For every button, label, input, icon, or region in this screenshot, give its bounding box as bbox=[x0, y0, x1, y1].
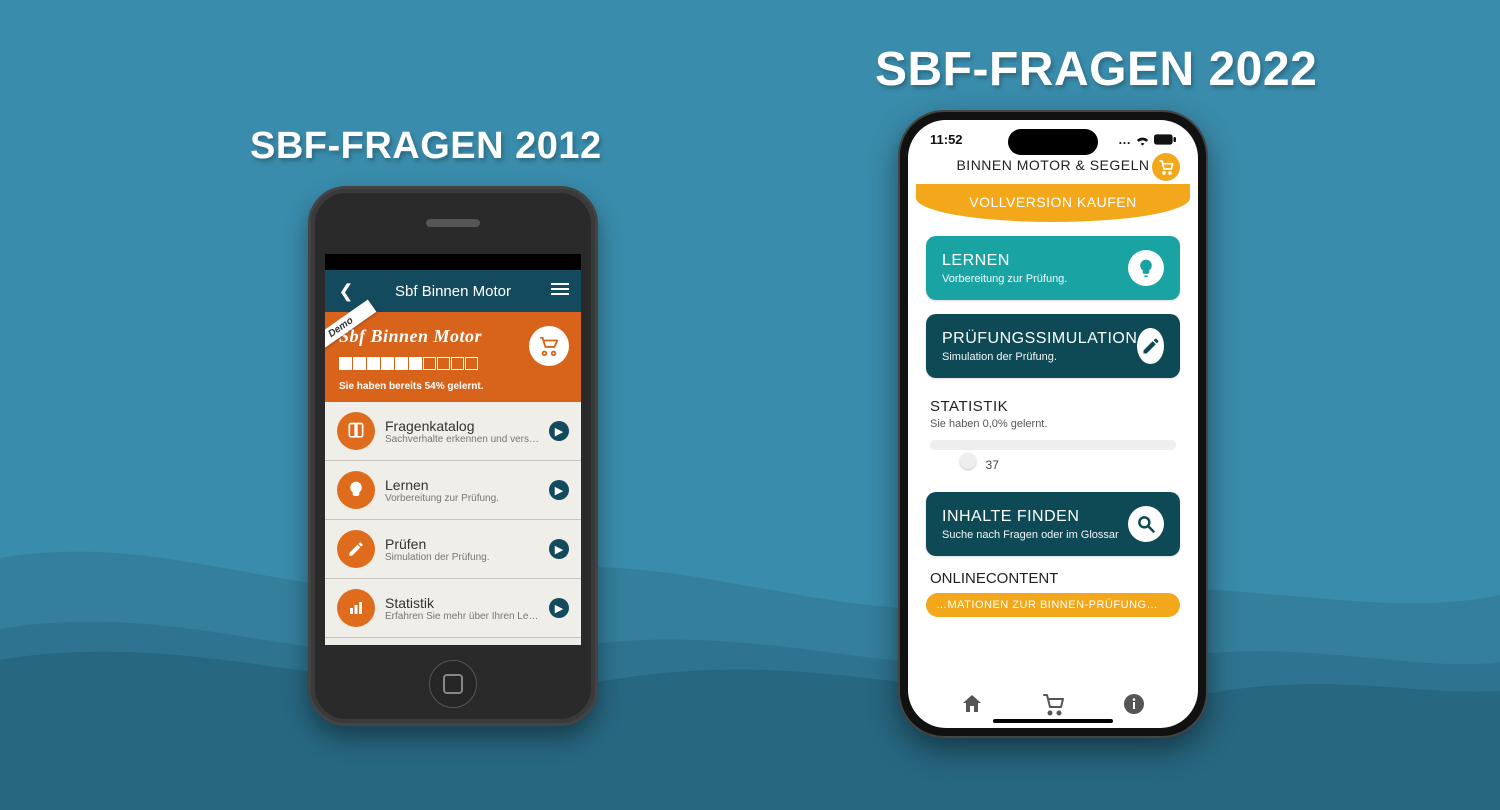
content-scroll[interactable]: VOLLVERSION KAUFEN LERNEN Vorbereitung z… bbox=[908, 184, 1198, 676]
onlinecontent-title: ONLINECONTENT bbox=[930, 570, 1176, 587]
item-title: Statistik bbox=[385, 595, 539, 611]
pencil-icon bbox=[1137, 328, 1164, 364]
info-chip[interactable]: …MATIONEN ZUR BINNEN-PRÜFUNG… bbox=[926, 593, 1180, 617]
item-title: Prüfen bbox=[385, 536, 539, 552]
search-icon bbox=[1128, 506, 1164, 542]
progress-boxes bbox=[339, 357, 567, 375]
card-title: PRÜFUNGSSIMULATION bbox=[942, 330, 1137, 348]
card-title: INHALTE FINDEN bbox=[942, 508, 1128, 526]
screen-2022: 11:52 … BINNEN MOTOR & SEGELN VOLLVERSIO… bbox=[908, 120, 1198, 728]
status-bar-old bbox=[325, 254, 581, 270]
card-subtitle: Suche nach Fragen oder im Glossar bbox=[942, 529, 1128, 541]
chevron-right-icon: ▶ bbox=[549, 539, 569, 559]
chevron-right-icon: ▶ bbox=[549, 598, 569, 618]
statistik-block: STATISTIK Sie haben 0,0% gelernt. 37 bbox=[926, 392, 1180, 492]
card-title: LERNEN bbox=[942, 252, 1128, 270]
cellular-icon: … bbox=[1118, 132, 1131, 147]
nav-title: Sbf Binnen Motor bbox=[395, 283, 511, 300]
stat-subtitle: Sie haben 0,0% gelernt. bbox=[930, 418, 1176, 430]
list-item[interactable]: PrüfenSimulation der Prüfung. ▶ bbox=[325, 520, 581, 579]
menu-icon[interactable] bbox=[549, 280, 571, 303]
stat-progress-bar bbox=[930, 440, 1176, 450]
cart-icon bbox=[1158, 159, 1174, 175]
menu-list-old: FragenkatalogSachverhalte erkennen und v… bbox=[325, 402, 581, 638]
progress-header: Demo Sbf Binnen Motor Sie haben bereits … bbox=[325, 312, 581, 402]
pencil-icon bbox=[337, 530, 375, 568]
item-title: Fragenkatalog bbox=[385, 418, 539, 434]
book-icon bbox=[337, 412, 375, 450]
home-button-old[interactable] bbox=[429, 660, 477, 708]
tab-cart[interactable] bbox=[1035, 686, 1071, 722]
chevron-right-icon: ▶ bbox=[549, 480, 569, 500]
bulb-icon bbox=[337, 471, 375, 509]
card-inhalte-finden[interactable]: INHALTE FINDEN Suche nach Fragen oder im… bbox=[926, 492, 1180, 556]
card-subtitle: Vorbereitung zur Prüfung. bbox=[942, 273, 1128, 285]
heading-2012: SBF-Fragen 2012 bbox=[250, 125, 602, 168]
tab-info[interactable] bbox=[1116, 686, 1152, 722]
card-pruefungssimulation[interactable]: PRÜFUNGSSIMULATION Simulation der Prüfun… bbox=[926, 314, 1180, 378]
speaker bbox=[426, 219, 480, 227]
tab-home[interactable] bbox=[954, 686, 990, 722]
home-indicator[interactable] bbox=[993, 719, 1113, 723]
stat-title: STATISTIK bbox=[930, 398, 1176, 415]
info-icon bbox=[1122, 692, 1146, 716]
app-title: BINNEN MOTOR & SEGELN bbox=[956, 157, 1149, 173]
progress-text: Sie haben bereits 54% gelernt. bbox=[339, 381, 567, 392]
bulb-icon bbox=[1128, 250, 1164, 286]
list-item[interactable]: LernenVorbereitung zur Prüfung. ▶ bbox=[325, 461, 581, 520]
stats-icon bbox=[337, 589, 375, 627]
list-item[interactable]: FragenkatalogSachverhalte erkennen und v… bbox=[325, 402, 581, 461]
card-lernen[interactable]: LERNEN Vorbereitung zur Prüfung. bbox=[926, 236, 1180, 300]
cart-icon bbox=[1041, 692, 1065, 716]
buy-full-version-banner[interactable]: VOLLVERSION KAUFEN bbox=[916, 184, 1190, 222]
stat-value: 37 bbox=[986, 458, 999, 472]
item-subtitle: Erfahren Sie mehr über Ihren Lerns… bbox=[385, 611, 539, 622]
phone-2022-frame: 11:52 … BINNEN MOTOR & SEGELN VOLLVERSIO… bbox=[898, 110, 1208, 738]
phone-2012-frame: ❮ Sbf Binnen Motor Demo Sbf Binnen Motor… bbox=[308, 186, 598, 726]
heading-2022: SBF-Fragen 2022 bbox=[875, 42, 1317, 97]
screen-2012: ❮ Sbf Binnen Motor Demo Sbf Binnen Motor… bbox=[325, 254, 581, 645]
dynamic-island bbox=[1008, 129, 1098, 155]
card-subtitle: Simulation der Prüfung. bbox=[942, 351, 1137, 363]
cart-button-new[interactable] bbox=[1152, 153, 1180, 181]
cart-button-old[interactable] bbox=[529, 326, 569, 366]
battery-icon bbox=[1154, 134, 1176, 145]
wave-bg-3 bbox=[0, 550, 1500, 810]
cart-icon bbox=[538, 335, 560, 357]
chevron-right-icon: ▶ bbox=[549, 421, 569, 441]
stat-knob[interactable] bbox=[960, 453, 976, 469]
wifi-icon bbox=[1135, 134, 1150, 146]
item-title: Lernen bbox=[385, 477, 539, 493]
home-icon bbox=[960, 692, 984, 716]
tab-bar bbox=[908, 680, 1198, 722]
item-subtitle: Simulation der Prüfung. bbox=[385, 552, 539, 563]
item-subtitle: Sachverhalte erkennen und verste… bbox=[385, 434, 539, 445]
item-subtitle: Vorbereitung zur Prüfung. bbox=[385, 493, 539, 504]
status-time: 11:52 bbox=[930, 132, 963, 147]
back-icon[interactable]: ❮ bbox=[335, 281, 357, 302]
list-item[interactable]: StatistikErfahren Sie mehr über Ihren Le… bbox=[325, 579, 581, 638]
